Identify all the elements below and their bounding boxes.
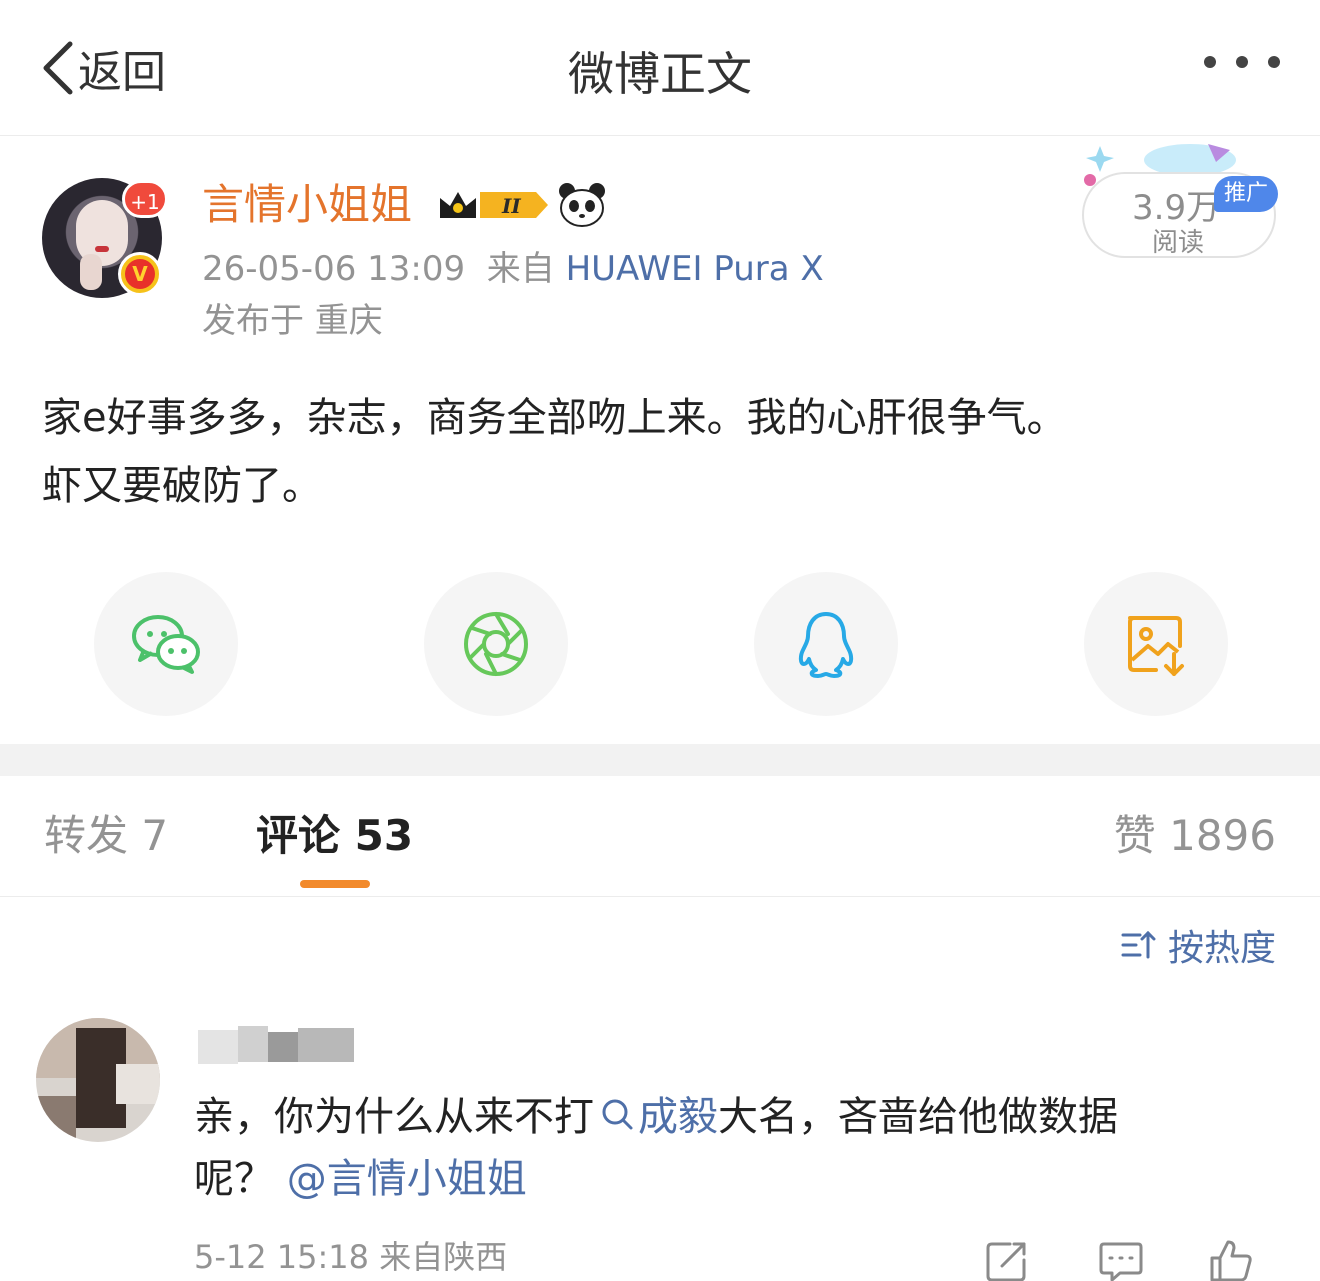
comment-meta: 5-12 15:18 来自陕西 [194,1238,508,1276]
post-location: 发布于 重庆 [202,301,383,341]
post-text-line: 家e好事多多，杂志，商务全部吻上来。我的心肝很争气。 [42,395,1067,441]
tab-like[interactable]: 赞 1896 [1114,806,1276,866]
ellipsis-icon [1204,56,1216,68]
blur-block [268,1032,298,1062]
share-wechat-button[interactable] [94,572,238,716]
post-time: 26-05-06 13:09 [202,249,466,289]
comment-text: 亲，你为什么从来不打 [194,1094,594,1140]
source-prefix: 来自 [486,249,555,289]
wechat-icon [132,615,200,674]
comment-text: 呢？ [194,1156,274,1202]
verified-badge: V [118,252,162,296]
ellipsis-dot [1236,56,1248,68]
author-name[interactable]: 言情小姐姐 [202,176,412,234]
sort-button[interactable]: 按热度 [1120,920,1276,970]
ellipsis-dot [1268,56,1280,68]
blur-block [198,1030,238,1064]
commenter-avatar[interactable] [36,1018,160,1142]
sort-icon [1121,930,1156,959]
tab-comment[interactable]: 评论 53 [256,806,413,866]
blur-block [238,1026,268,1062]
reply-icon[interactable] [1098,1238,1144,1281]
top-bar: 返回 微博正文 [0,0,1320,136]
avatar-block [36,1096,76,1142]
comment-text: 大名，吝啬给他做数据 [718,1094,1118,1140]
post-text-line: 虾又要破防了。 [42,463,322,509]
avatar-hand [80,254,102,290]
avatar-lips [95,246,109,252]
post-meta: 26-05-06 13:09 来自 HUAWEI Pura X [202,246,824,292]
post-body: 家e好事多多，杂志，商务全部吻上来。我的心肝很争气。 虾又要破防了。 [42,384,1282,520]
repost-icon[interactable] [984,1238,1030,1281]
post-device[interactable]: HUAWEI Pura X [566,249,824,289]
panda-icon [559,183,605,227]
comment-body: 亲，你为什么从来不打 成毅大名，吝啬给他做数据 呢？ @言情小姐姐 [194,1086,1274,1210]
tab-border [0,896,1320,897]
verified-icon: V [125,259,155,289]
comment-line: 亲，你为什么从来不打 成毅大名，吝啬给他做数据 [194,1086,1274,1148]
save-image-button[interactable] [1084,572,1228,716]
crown-badge-icon: II [440,192,548,218]
like-icon[interactable] [1208,1238,1254,1281]
active-tab-indicator [300,880,370,888]
qq-icon [798,612,854,678]
save-image-icon [1128,616,1184,676]
search-icon [602,1099,633,1130]
share-qq-button[interactable] [754,572,898,716]
commenter-name-blurred[interactable] [198,1024,358,1068]
crown-level: II [501,194,521,218]
moments-icon [464,612,528,676]
blur-block [298,1028,354,1062]
read-count-label: 阅读 [1152,228,1205,258]
comment-line: 呢？ @言情小姐姐 [194,1148,1274,1210]
sort-label: 按热度 [1167,928,1276,969]
share-moments-button[interactable] [424,572,568,716]
mention-link[interactable]: @言情小姐姐 [287,1156,527,1202]
page-title: 微博正文 [568,47,752,101]
topic-link[interactable]: 成毅 [638,1094,718,1140]
tab-repost[interactable]: 转发 7 [44,806,168,866]
more-button[interactable] [1204,56,1280,68]
section-divider [0,744,1320,776]
plus-badge: +1 [122,180,168,218]
promoted-tag[interactable]: 推广 [1214,176,1278,212]
avatar-block [116,1064,160,1104]
